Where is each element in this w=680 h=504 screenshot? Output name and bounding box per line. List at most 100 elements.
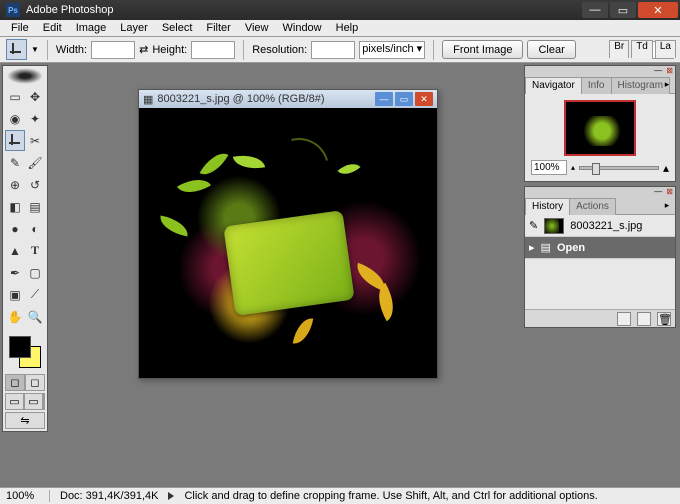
height-input[interactable] xyxy=(191,41,235,59)
artwork-image xyxy=(139,108,437,378)
navigator-zoom-input[interactable] xyxy=(531,160,567,175)
magic-wand-tool[interactable]: ✦ xyxy=(25,108,45,129)
history-source-row[interactable]: ✎ 8003221_s.jpg xyxy=(525,215,675,237)
menu-select[interactable]: Select xyxy=(155,22,200,34)
titlebar: Ps Adobe Photoshop — ▭ ✕ xyxy=(0,0,680,20)
status-hint: Click and drag to define cropping frame.… xyxy=(184,490,597,502)
panels-dock: —⊠ Navigator Info Histogram ▸ ▴ ▴ —⊠ Hi xyxy=(524,65,676,332)
healing-brush-tool[interactable]: ✎ xyxy=(5,152,25,173)
eraser-tool[interactable]: ◧ xyxy=(5,196,25,217)
tab-navigator[interactable]: Navigator xyxy=(525,77,582,94)
dodge-tool[interactable]: ◐ xyxy=(25,218,45,239)
screen-mode-standard-icon[interactable]: ▭ xyxy=(5,393,24,410)
zoom-in-icon[interactable]: ▴ xyxy=(663,161,669,175)
document-maximize-button[interactable]: ▭ xyxy=(395,92,413,106)
standard-mode-icon[interactable]: ◻ xyxy=(5,374,25,391)
panel-menu-icon[interactable]: ▸ xyxy=(661,78,673,90)
history-brush-tool[interactable]: ↺ xyxy=(25,174,45,195)
resolution-label: Resolution: xyxy=(252,44,307,56)
document-close-button[interactable]: ✕ xyxy=(415,92,433,106)
navigator-thumbnail[interactable] xyxy=(564,100,636,156)
swap-dimensions-icon[interactable]: ⇄ xyxy=(139,43,148,56)
clone-stamp-tool[interactable]: ⊕ xyxy=(5,174,25,195)
clear-button[interactable]: Clear xyxy=(527,40,575,59)
panel-close-icon[interactable]: ⊠ xyxy=(664,187,675,197)
menu-edit[interactable]: Edit xyxy=(36,22,69,34)
width-input[interactable] xyxy=(91,41,135,59)
open-state-icon: ▤ xyxy=(541,241,551,254)
resolution-units-select[interactable]: pixels/inch ▾ xyxy=(359,41,425,59)
panel-close-icon[interactable]: ⊠ xyxy=(664,66,675,76)
current-tool-crop-icon[interactable] xyxy=(6,39,27,60)
delete-state-icon[interactable]: 🗑 xyxy=(657,312,671,326)
document-icon: ▦ xyxy=(143,93,153,106)
resolution-input[interactable] xyxy=(311,41,355,59)
slice-tool[interactable]: ✂ xyxy=(25,130,45,151)
palette-tab-brushes[interactable]: Br xyxy=(609,40,629,58)
document-window: ▦ 8003221_s.jpg @ 100% (RGB/8#) — ▭ ✕ xyxy=(138,89,438,379)
jump-to-imageready-icon[interactable]: ⇋ xyxy=(5,412,45,429)
navigator-zoom-slider[interactable] xyxy=(579,166,659,170)
menu-file[interactable]: File xyxy=(4,22,36,34)
path-selection-tool[interactable]: ▲ xyxy=(5,240,25,261)
status-zoom[interactable]: 100% xyxy=(6,490,50,502)
color-swatches[interactable] xyxy=(5,334,45,370)
gradient-tool[interactable]: ▤ xyxy=(25,196,45,217)
screen-mode-full-icon[interactable] xyxy=(43,393,45,410)
status-doc-size[interactable]: Doc: 391,4K/391,4K xyxy=(60,490,158,502)
history-source-label: 8003221_s.jpg xyxy=(570,220,642,232)
brush-tool[interactable]: 🖌 xyxy=(25,152,45,173)
hand-tool[interactable]: ✋ xyxy=(5,306,25,327)
move-tool[interactable]: ✥ xyxy=(25,86,45,107)
panel-menu-icon[interactable]: ▸ xyxy=(661,199,673,211)
tab-history[interactable]: History xyxy=(525,198,570,215)
palette-tab-layers[interactable]: La xyxy=(655,40,676,58)
menu-filter[interactable]: Filter xyxy=(199,22,237,34)
status-menu-icon[interactable] xyxy=(168,492,174,500)
quick-mask-mode-icon[interactable]: ◻ xyxy=(25,374,45,391)
history-thumbnail xyxy=(544,218,564,234)
new-document-from-state-icon[interactable] xyxy=(637,312,651,326)
chevron-down-icon[interactable]: ▼ xyxy=(31,45,39,54)
menu-image[interactable]: Image xyxy=(69,22,114,34)
toolbox: ▭✥ ◉✦ ✂ ✎🖌 ⊕↺ ◧▤ ●◐ ▲T ✒▢ ▣⟋ ✋🔍 ◻◻ ▭▭ ⇋ xyxy=(2,65,48,432)
eyedropper-tool[interactable]: ⟋ xyxy=(25,284,45,305)
foreground-color-swatch[interactable] xyxy=(9,336,31,358)
front-image-button[interactable]: Front Image xyxy=(442,40,523,59)
document-canvas[interactable] xyxy=(139,108,437,378)
lasso-tool[interactable]: ◉ xyxy=(5,108,25,129)
width-label: Width: xyxy=(56,44,87,56)
document-title: 8003221_s.jpg @ 100% (RGB/8#) xyxy=(157,93,324,105)
history-state-label: Open xyxy=(557,242,585,254)
history-brush-source-icon[interactable]: ✎ xyxy=(529,219,538,232)
menu-window[interactable]: Window xyxy=(276,22,329,34)
window-close-button[interactable]: ✕ xyxy=(638,2,678,18)
pen-tool[interactable]: ✒ xyxy=(5,262,25,283)
menu-view[interactable]: View xyxy=(238,22,276,34)
history-panel-footer: 🗑 xyxy=(525,309,675,327)
marquee-tool[interactable]: ▭ xyxy=(5,86,25,107)
panel-collapse-icon[interactable]: — xyxy=(652,66,664,76)
menu-help[interactable]: Help xyxy=(329,22,366,34)
window-minimize-button[interactable]: — xyxy=(582,2,608,18)
history-state-row[interactable]: ▸ ▤ Open xyxy=(525,237,675,259)
document-titlebar[interactable]: ▦ 8003221_s.jpg @ 100% (RGB/8#) — ▭ ✕ xyxy=(139,90,437,108)
new-snapshot-icon[interactable] xyxy=(617,312,631,326)
zoom-out-icon[interactable]: ▴ xyxy=(571,163,575,172)
screen-mode-full-menu-icon[interactable]: ▭ xyxy=(24,393,43,410)
tab-actions[interactable]: Actions xyxy=(569,198,616,215)
window-maximize-button[interactable]: ▭ xyxy=(610,2,636,18)
app-icon: Ps xyxy=(6,3,20,17)
blur-tool[interactable]: ● xyxy=(5,218,25,239)
panel-collapse-icon[interactable]: — xyxy=(652,187,664,197)
history-empty-area xyxy=(525,259,675,309)
type-tool[interactable]: T xyxy=(25,240,45,261)
document-minimize-button[interactable]: — xyxy=(375,92,393,106)
notes-tool[interactable]: ▣ xyxy=(5,284,25,305)
palette-tab-tool-presets[interactable]: Td xyxy=(631,40,653,58)
tab-info[interactable]: Info xyxy=(581,77,612,94)
crop-tool[interactable] xyxy=(5,130,25,151)
zoom-tool[interactable]: 🔍 xyxy=(25,306,45,327)
menu-layer[interactable]: Layer xyxy=(113,22,155,34)
shape-tool[interactable]: ▢ xyxy=(25,262,45,283)
